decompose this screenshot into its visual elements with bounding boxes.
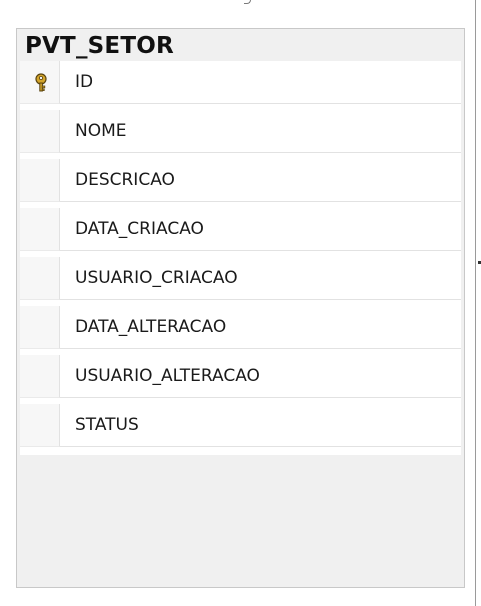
column-row[interactable]: USUARIO_CRIACAO (20, 257, 461, 300)
row-selector[interactable] (20, 110, 60, 153)
column-row[interactable]: NOME (20, 110, 461, 153)
column-row[interactable]: ID (20, 61, 461, 104)
column-name[interactable]: USUARIO_ALTERACAO (60, 355, 461, 398)
column-name[interactable]: DATA_CRIACAO (60, 208, 461, 251)
row-selector[interactable] (20, 61, 60, 104)
relationship-connector-top (244, 0, 251, 4)
column-row[interactable]: USUARIO_ALTERACAO (20, 355, 461, 398)
column-name[interactable]: STATUS (60, 404, 461, 447)
column-name[interactable]: DESCRICAO (60, 159, 461, 202)
column-row[interactable]: DATA_ALTERACAO (20, 306, 461, 349)
row-selector[interactable] (20, 355, 60, 398)
column-row[interactable]: STATUS (20, 404, 461, 447)
primary-key-icon (35, 73, 47, 92)
column-row[interactable]: DESCRICAO (20, 159, 461, 202)
column-row[interactable]: DATA_CRIACAO (20, 208, 461, 251)
row-selector[interactable] (20, 159, 60, 202)
row-selector[interactable] (20, 404, 60, 447)
column-name[interactable]: USUARIO_CRIACAO (60, 257, 461, 300)
table-title[interactable]: PVT_SETOR (25, 29, 174, 59)
column-grid: ID NOME DESCRICAO DATA_CRIACAO USUARIO_C… (20, 61, 461, 455)
table-entity[interactable]: PVT_SETOR ID NOME DESCRICAO DATA_CRIACAO… (16, 28, 465, 588)
canvas-edge-line (475, 0, 476, 606)
diagram-canvas: PVT_SETOR ID NOME DESCRICAO DATA_CRIACAO… (0, 0, 481, 606)
column-name[interactable]: ID (60, 61, 461, 104)
row-selector[interactable] (20, 208, 60, 251)
column-name[interactable]: DATA_ALTERACAO (60, 306, 461, 349)
column-name[interactable]: NOME (60, 110, 461, 153)
row-selector[interactable] (20, 257, 60, 300)
row-selector[interactable] (20, 306, 60, 349)
